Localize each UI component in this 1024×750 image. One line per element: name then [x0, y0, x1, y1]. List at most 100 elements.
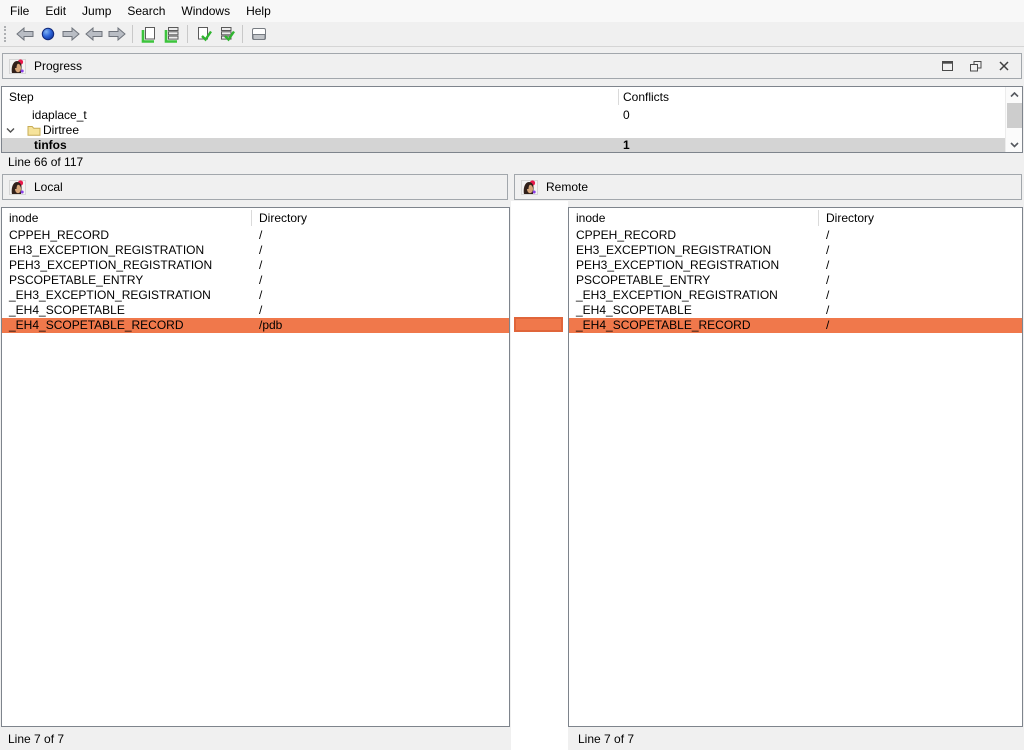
inode-cell: PEH3_EXCEPTION_REGISTRATION: [576, 258, 779, 273]
forward-arrow-icon[interactable]: [59, 23, 82, 45]
inode-cell: _EH4_SCOPETABLE: [9, 303, 125, 318]
local-panel-titlebar[interactable]: Local: [2, 174, 508, 200]
directory-cell: /: [826, 258, 829, 273]
directory-cell: /: [826, 273, 829, 288]
window-icon[interactable]: [247, 23, 270, 45]
conflicts-cell: 1: [623, 138, 630, 152]
menu-help[interactable]: Help: [238, 1, 279, 21]
column-divider[interactable]: [251, 210, 252, 226]
inode-cell: _EH3_EXCEPTION_REGISTRATION: [9, 288, 211, 303]
next-arrow-icon[interactable]: [105, 23, 128, 45]
column-header-inode[interactable]: inode: [576, 208, 605, 228]
remote-panel-title: Remote: [546, 180, 588, 194]
remote-status-line: Line 7 of 7: [578, 732, 634, 747]
previous-arrow-icon[interactable]: [82, 23, 105, 45]
back-arrow-icon[interactable]: [13, 23, 36, 45]
conflicts-cell: 0: [623, 108, 630, 123]
directory-cell: /: [826, 228, 829, 243]
column-header-inode[interactable]: inode: [9, 208, 38, 228]
progress-row-tinfos-selected[interactable]: tinfos 1: [2, 138, 1005, 152]
accept-database-list-icon[interactable]: [215, 23, 238, 45]
toolbar-separator: [187, 25, 188, 43]
open-database-list-icon[interactable]: [160, 23, 183, 45]
table-row[interactable]: PSCOPETABLE_ENTRY /: [2, 273, 509, 288]
directory-cell: /: [826, 243, 829, 258]
restore-icon[interactable]: [970, 61, 982, 72]
stop-circle-icon[interactable]: [36, 23, 59, 45]
local-panel-title: Local: [34, 180, 63, 194]
inode-cell: _EH4_SCOPETABLE: [576, 303, 692, 318]
step-cell: idaplace_t: [32, 108, 87, 123]
remote-table: inode Directory CPPEH_RECORD / EH3_EXCEPT…: [568, 207, 1023, 727]
progress-row-idaplace_t[interactable]: idaplace_t 0: [2, 108, 1022, 123]
menu-bar: File Edit Jump Search Windows Help: [0, 0, 1024, 22]
inode-cell: PEH3_EXCEPTION_REGISTRATION: [9, 258, 212, 273]
toolbar-separator: [242, 25, 243, 43]
local-table-header: inode Directory: [2, 208, 509, 228]
toolbar-grip[interactable]: [4, 26, 8, 42]
inode-cell: PSCOPETABLE_ENTRY: [9, 273, 143, 288]
table-row[interactable]: PEH3_EXCEPTION_REGISTRATION/: [2, 258, 509, 273]
directory-cell: /: [826, 303, 829, 318]
column-header-directory[interactable]: Directory: [826, 208, 874, 228]
progress-panel-titlebar[interactable]: Progress: [2, 53, 1022, 79]
directory-cell: /: [259, 273, 262, 288]
remote-panel-titlebar[interactable]: Remote: [514, 174, 1022, 200]
menu-windows[interactable]: Windows: [173, 1, 238, 21]
directory-cell: /: [826, 318, 829, 333]
table-row-highlighted[interactable]: _EH4_SCOPETABLE_RECORD/pdb: [2, 318, 509, 333]
column-header-directory[interactable]: Directory: [259, 208, 307, 228]
progress-panel-title: Progress: [34, 59, 82, 73]
remote-table-header: inode Directory: [569, 208, 1022, 228]
inode-cell: PSCOPETABLE_ENTRY: [576, 273, 710, 288]
table-row[interactable]: CPPEH_RECORD /: [2, 228, 509, 243]
progress-table: Step Conflicts idaplace_t 0 Dirtree tinf…: [1, 86, 1023, 153]
inode-cell: CPPEH_RECORD: [576, 228, 676, 243]
table-row[interactable]: EH3_EXCEPTION_REGISTRATION/: [569, 243, 1022, 258]
toolbar-separator: [132, 25, 133, 43]
local-status-line: Line 7 of 7: [8, 732, 64, 747]
open-database-icon[interactable]: [137, 23, 160, 45]
scroll-up-icon[interactable]: [1006, 87, 1022, 102]
ida-logo-icon: [9, 59, 26, 74]
column-header-step[interactable]: Step: [9, 87, 34, 108]
diff-connector-strip: [511, 201, 568, 750]
scroll-down-icon[interactable]: [1006, 137, 1022, 152]
inode-cell: _EH4_SCOPETABLE_RECORD: [9, 318, 184, 333]
directory-cell: /: [826, 288, 829, 303]
inode-cell: _EH3_EXCEPTION_REGISTRATION: [576, 288, 778, 303]
inode-cell: _EH4_SCOPETABLE_RECORD: [576, 318, 751, 333]
toolbar: [0, 22, 1024, 47]
menu-edit[interactable]: Edit: [37, 1, 74, 21]
directory-cell: /pdb: [259, 318, 282, 333]
table-row[interactable]: _EH4_SCOPETABLE/: [2, 303, 509, 318]
progress-table-header: Step Conflicts: [2, 87, 1022, 108]
step-cell: Dirtree: [43, 123, 79, 138]
menu-jump[interactable]: Jump: [74, 1, 119, 21]
progress-row-dirtree[interactable]: Dirtree: [2, 123, 1022, 138]
table-row[interactable]: PSCOPETABLE_ENTRY /: [569, 273, 1022, 288]
directory-cell: /: [259, 243, 262, 258]
progress-status-line: Line 66 of 117: [8, 155, 83, 170]
column-header-conflicts[interactable]: Conflicts: [623, 87, 669, 108]
column-divider[interactable]: [618, 89, 619, 105]
table-row[interactable]: EH3_EXCEPTION_REGISTRATION/: [2, 243, 509, 258]
close-icon[interactable]: [999, 61, 1009, 71]
local-table: inode Directory CPPEH_RECORD / EH3_EXCEPT…: [1, 207, 510, 727]
table-row[interactable]: _EH3_EXCEPTION_REGISTRATION /: [569, 288, 1022, 303]
table-row[interactable]: _EH3_EXCEPTION_REGISTRATION/: [2, 288, 509, 303]
inode-cell: CPPEH_RECORD: [9, 228, 109, 243]
table-row[interactable]: CPPEH_RECORD /: [569, 228, 1022, 243]
chevron-down-icon[interactable]: [6, 127, 15, 134]
table-row[interactable]: PEH3_EXCEPTION_REGISTRATION /: [569, 258, 1022, 273]
accept-database-icon[interactable]: [192, 23, 215, 45]
table-row[interactable]: _EH4_SCOPETABLE /: [569, 303, 1022, 318]
maximize-icon[interactable]: [942, 61, 953, 71]
scrollbar-thumb[interactable]: [1007, 103, 1022, 128]
directory-cell: /: [259, 228, 262, 243]
menu-file[interactable]: File: [2, 1, 37, 21]
column-divider[interactable]: [818, 210, 819, 226]
table-row-highlighted[interactable]: _EH4_SCOPETABLE_RECORD /: [569, 318, 1022, 333]
menu-search[interactable]: Search: [119, 1, 173, 21]
progress-scrollbar[interactable]: [1005, 87, 1022, 152]
